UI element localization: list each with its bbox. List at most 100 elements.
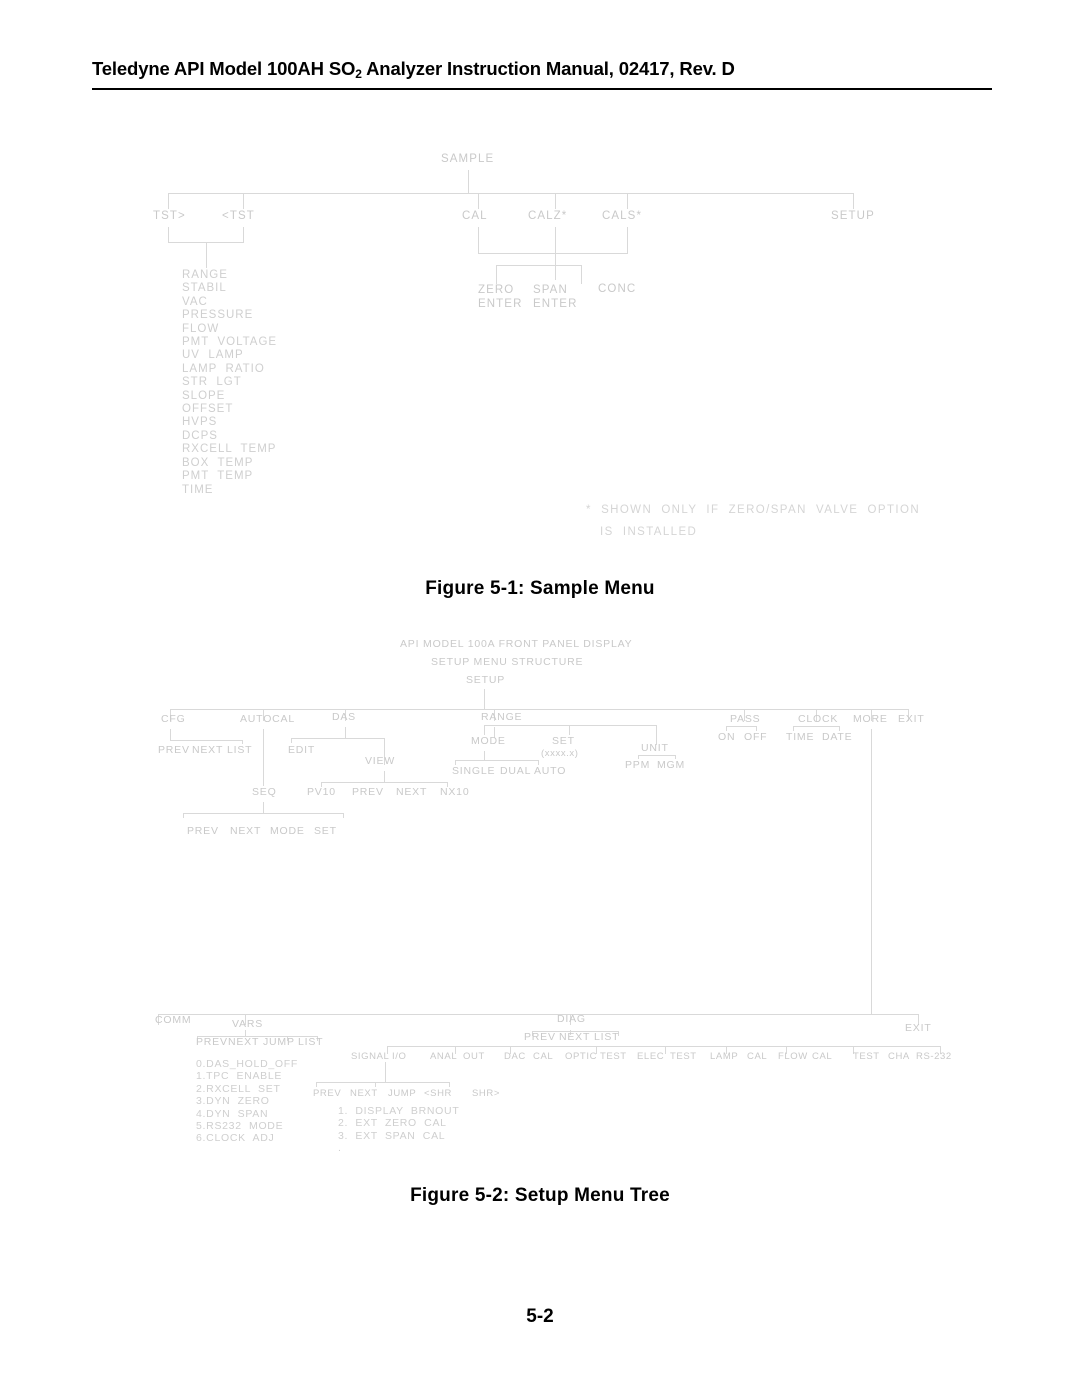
connector-seq-set-drop [343, 813, 344, 818]
node-clock-date: DATE [822, 731, 853, 743]
diag-item-cal-2: CAL [747, 1051, 768, 1062]
node-vars-next: NEXT [228, 1036, 260, 1048]
diag-item-test-2: TEST [670, 1051, 697, 1062]
figure-5-2-caption: Figure 5-2: Setup Menu Tree [410, 1185, 670, 1206]
node-clock-time: TIME [786, 731, 815, 743]
connector-signal-io-bus [316, 1082, 449, 1083]
node-vars-prev: PREV [196, 1036, 228, 1048]
node-pass-off: OFF [744, 731, 768, 743]
node-mode-single: SINGLE [452, 765, 496, 777]
diag-item-rs232: RS-232 [916, 1051, 952, 1062]
node-mode-dual: DUAL [500, 765, 532, 777]
node-diag: DIAG [557, 1013, 586, 1025]
connector-more-bus [158, 1014, 918, 1015]
manual-page: Teledyne API Model 100AH SO2 Analyzer In… [0, 0, 1080, 1397]
connector-sig-jump-drop [375, 1082, 376, 1087]
connector-sig-prev-drop [316, 1082, 317, 1087]
node-das-view: VIEW [365, 755, 396, 767]
connector-range-mode-drop [484, 725, 485, 735]
node-pass: PASS [730, 713, 761, 725]
node-range-mode: MODE [471, 735, 506, 747]
node-diag-next: NEXT [559, 1031, 591, 1043]
node-sig-jump: JUMP [388, 1088, 417, 1099]
connector-pass-bus [726, 726, 756, 727]
diag-item-flow: FLOW [778, 1051, 808, 1062]
connector-seq-down [263, 802, 264, 813]
node-view-pv10: PV10 [307, 786, 336, 798]
node-range-set: SET [552, 735, 575, 747]
node-vars-list: LIST [298, 1036, 324, 1048]
diag-item-test-3: TEST [853, 1051, 880, 1062]
connector-das-down [345, 727, 346, 738]
diag-item-elec: ELEC [637, 1051, 665, 1062]
node-mode-auto: AUTO [534, 765, 567, 777]
setup-diagram-title-line1: API MODEL 100A FRONT PANEL DISPLAY [400, 638, 633, 650]
node-exit-top: EXIT [898, 713, 925, 725]
node-vars-jump: JUMP [263, 1036, 295, 1048]
connector-diag-items-bus [387, 1046, 940, 1047]
connector-mode-bus [455, 760, 538, 761]
connector-unit-bus [638, 755, 675, 756]
node-seq-set: SET [314, 825, 337, 837]
connector-clock-bus [793, 726, 839, 727]
diag-item-signal: SIGNAL [351, 1051, 390, 1062]
node-cfg-next: NEXT [192, 744, 224, 756]
node-seq-next: NEXT [230, 825, 262, 837]
node-view-prev: PREV [352, 786, 384, 798]
node-diag-list: LIST [594, 1031, 620, 1043]
diag-item-io: I/O [392, 1051, 407, 1062]
diag-item-optic: OPTIC [565, 1051, 598, 1062]
node-unit-ppm: PPM [625, 759, 651, 771]
node-cfg-list: LIST [227, 744, 253, 756]
connector-seq-prev-drop [183, 813, 184, 818]
connector-sig-shr-drop [449, 1082, 450, 1087]
signal-io-items-list: 1. DISPLAY BRNOUT 2. EXT ZERO CAL 3. EXT… [338, 1105, 460, 1155]
node-pass-on: ON [718, 731, 736, 743]
node-sig-prev: PREV [313, 1088, 342, 1099]
node-seq: SEQ [252, 786, 277, 798]
connector-setup-down [484, 689, 485, 709]
diag-item-out: OUT [463, 1051, 485, 1062]
node-seq-prev: PREV [187, 825, 219, 837]
node-range: RANGE [481, 711, 523, 723]
node-range-set-value: (xxxx.x) [541, 748, 579, 759]
node-comm: COMM [155, 1014, 192, 1026]
node-sig-next: NEXT [350, 1088, 378, 1099]
connector-autocal-down [263, 729, 264, 786]
connector-signal-io-down [385, 1062, 386, 1082]
node-more: MORE [853, 713, 888, 725]
diag-item-cha: CHA [888, 1051, 910, 1062]
node-view-next: NEXT [396, 786, 428, 798]
diag-item-test-1: TEST [600, 1051, 627, 1062]
node-view-nx10: NX10 [440, 786, 470, 798]
node-unit-mgm: MGM [657, 759, 686, 771]
connector-seq-bus [183, 813, 343, 814]
connector-setup-bus [170, 709, 908, 710]
setup-diagram-title-line2: SETUP MENU STRUCTURE [431, 656, 584, 668]
node-exit-bottom: EXIT [905, 1022, 932, 1034]
node-clock: CLOCK [798, 713, 839, 725]
connector-das-bus [291, 738, 384, 739]
node-sig-shr-left: <SHR [424, 1088, 453, 1099]
page-number: 5-2 [526, 1306, 554, 1327]
connector-mode-down [484, 751, 485, 760]
connector-view-down [384, 771, 385, 782]
diag-item-cal: CAL [533, 1051, 554, 1062]
diag-item-dac: DAC [504, 1051, 526, 1062]
connector-cfg-down [170, 729, 171, 740]
setup-menu-diagram: API MODEL 100A FRONT PANEL DISPLAY SETUP… [0, 0, 1080, 1180]
connector-view-bus [321, 782, 447, 783]
connector-das-edit-drop [291, 738, 292, 743]
connector-range-bus [484, 725, 656, 726]
node-setup-root: SETUP [466, 674, 506, 686]
node-das: DAS [332, 711, 356, 723]
node-cfg-prev: PREV [158, 744, 190, 756]
connector-more-to-bottom [871, 729, 872, 1014]
node-autocal: AUTOCAL [240, 713, 296, 725]
node-vars: VARS [232, 1018, 264, 1030]
node-seq-mode: MODE [270, 825, 305, 837]
diag-item-lamp: LAMP [710, 1051, 739, 1062]
node-unit: UNIT [641, 742, 669, 754]
node-diag-prev: PREV [524, 1031, 556, 1043]
node-das-edit: EDIT [288, 744, 316, 756]
